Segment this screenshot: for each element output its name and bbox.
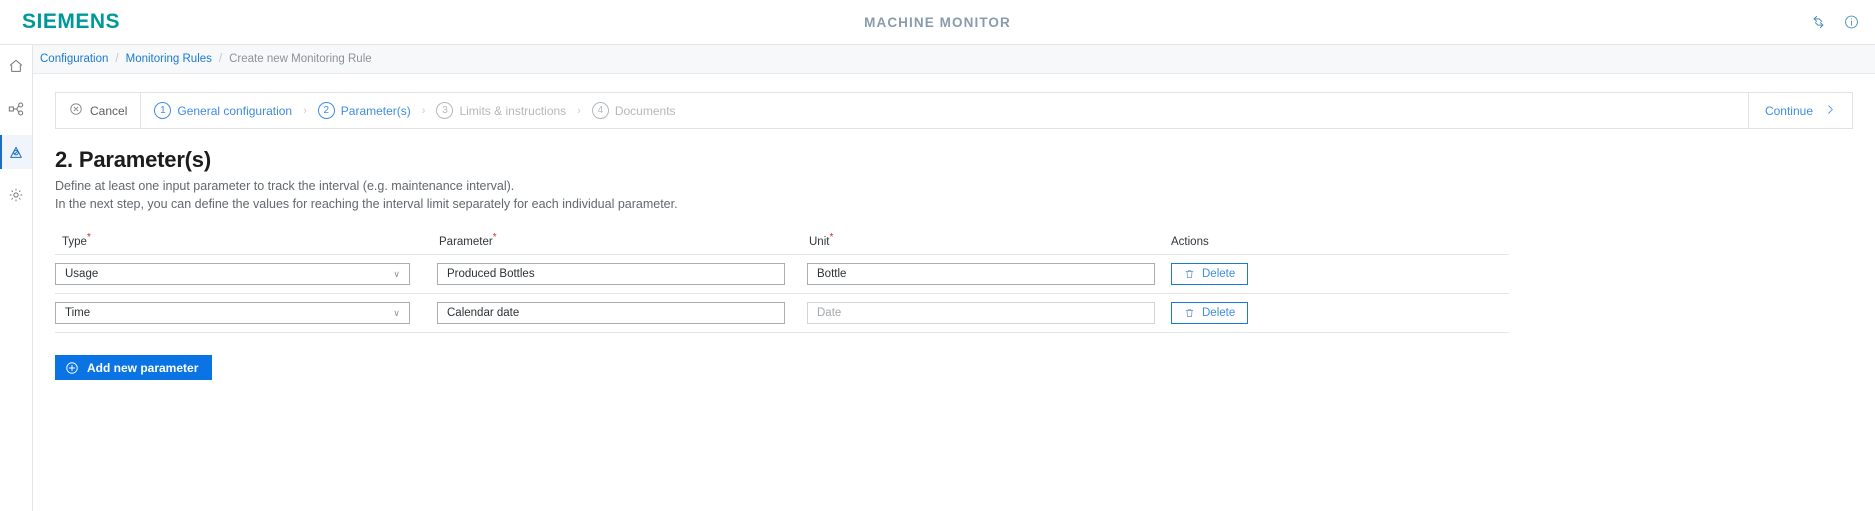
- row-1-actions-cell: Delete: [1171, 263, 1509, 286]
- row-2-actions-cell: Delete: [1171, 302, 1509, 325]
- trash-icon: [1184, 268, 1195, 280]
- row-1-parameter-cell: Produced Bottles: [437, 263, 807, 286]
- info-icon[interactable]: [1844, 15, 1859, 30]
- wizard-arrow: ›: [421, 104, 426, 117]
- add-new-parameter-button[interactable]: Add new parameter: [55, 355, 213, 381]
- chevron-right-icon: [1825, 103, 1836, 119]
- unit-input-row-2-value: Date: [817, 307, 842, 320]
- continue-label: Continue: [1764, 103, 1813, 118]
- content-area: Cancel 1 General configuration › 2 Param…: [33, 74, 1875, 511]
- cancel-button[interactable]: Cancel: [56, 93, 142, 128]
- page-title: 2. Parameter(s): [55, 147, 211, 172]
- unit-input-row-1-value: Bottle: [817, 268, 847, 281]
- breadcrumb-separator: /: [218, 53, 223, 65]
- column-header-unit-label: Unit: [809, 236, 830, 249]
- add-new-parameter-label: Add new parameter: [87, 360, 199, 375]
- gear-icon: [8, 187, 24, 203]
- home-icon: [8, 58, 24, 74]
- required-marker: *: [829, 232, 834, 244]
- wizard-step-2-number: 2: [317, 102, 335, 119]
- wizard-step-3: 3 Limits & instructions: [436, 102, 566, 119]
- breadcrumb-item-current: Create new Monitoring Rule: [229, 53, 372, 65]
- column-header-actions: Actions: [1171, 236, 1209, 249]
- chevron-down-icon: ∨: [393, 307, 400, 318]
- parameter-input-row-1-value: Produced Bottles: [447, 268, 535, 281]
- delete-button-row-1[interactable]: Delete: [1171, 263, 1249, 286]
- wizard-step-1[interactable]: 1 General configuration: [154, 102, 292, 119]
- table-row: Time ∨ Calendar date Date Delete: [55, 294, 1509, 334]
- row-1-unit-cell: Bottle: [807, 263, 1171, 286]
- wizard-step-2[interactable]: 2 Parameter(s): [317, 102, 411, 119]
- page-subtitle-line-1: Define at least one input parameter to t…: [55, 179, 515, 193]
- connect-icon[interactable]: [1811, 15, 1826, 30]
- breadcrumb-item-configuration[interactable]: Configuration: [40, 53, 108, 65]
- wizard-step-4-label: Documents: [614, 103, 676, 118]
- breadcrumb: Configuration / Monitoring Rules / Creat…: [33, 45, 1875, 74]
- row-1-type-cell: Usage ∨: [55, 263, 437, 286]
- sidebar-item-hierarchy[interactable]: [0, 92, 32, 126]
- column-header-unit: Unit*: [807, 233, 1169, 249]
- breadcrumb-separator: /: [115, 53, 119, 65]
- unit-input-row-2: Date: [807, 302, 1155, 325]
- close-icon: [69, 102, 83, 119]
- column-header-type-label: Type: [62, 236, 87, 249]
- monitoring-icon: [8, 144, 24, 160]
- type-select-row-1[interactable]: Usage ∨: [55, 263, 410, 286]
- topbar-actions: [1811, 15, 1859, 30]
- app-title: MACHINE MONITOR: [864, 14, 1011, 30]
- sidebar-item-home[interactable]: [0, 49, 32, 83]
- column-header-parameter: Parameter*: [437, 233, 807, 249]
- main-area: Configuration / Monitoring Rules / Creat…: [33, 45, 1875, 511]
- row-2-unit-cell: Date: [807, 302, 1171, 325]
- row-2-type-cell: Time ∨: [55, 302, 437, 325]
- column-header-parameter-label: Parameter: [439, 236, 493, 249]
- trash-icon: [1184, 307, 1195, 319]
- hierarchy-icon: [8, 101, 24, 117]
- parameter-input-row-1[interactable]: Produced Bottles: [437, 263, 785, 286]
- sidebar-item-settings[interactable]: [0, 178, 32, 212]
- parameter-input-row-2-value: Calendar date: [447, 307, 520, 320]
- type-select-row-1-value: Usage: [65, 268, 99, 281]
- chevron-down-icon: ∨: [393, 268, 400, 279]
- app-shell: Configuration / Monitoring Rules / Creat…: [0, 45, 1875, 511]
- wizard-step-4-number: 4: [591, 102, 609, 119]
- wizard-step-4: 4 Documents: [591, 102, 676, 119]
- type-select-row-2-value: Time: [65, 307, 91, 320]
- parameter-input-row-2[interactable]: Calendar date: [437, 302, 785, 325]
- wizard-step-3-number: 3: [436, 102, 454, 119]
- table-row: Usage ∨ Produced Bottles Bottle Delete: [55, 255, 1509, 295]
- wizard-bar: Cancel 1 General configuration › 2 Param…: [55, 92, 1853, 129]
- row-2-parameter-cell: Calendar date: [437, 302, 807, 325]
- wizard-step-1-label: General configuration: [177, 103, 293, 118]
- table-header-row: Type* Parameter* Unit* Actions: [55, 233, 1509, 256]
- continue-button[interactable]: Continue: [1747, 93, 1852, 128]
- wizard-step-1-number: 1: [154, 102, 172, 119]
- delete-button-row-2[interactable]: Delete: [1171, 302, 1249, 325]
- wizard-arrow: ›: [577, 104, 581, 117]
- sidebar-rail: [0, 45, 33, 511]
- type-select-row-2[interactable]: Time ∨: [55, 302, 410, 325]
- required-marker: *: [86, 232, 91, 244]
- wizard-step-3-label: Limits & instructions: [459, 103, 567, 118]
- delete-button-row-1-label: Delete: [1202, 268, 1236, 281]
- required-marker: *: [492, 232, 497, 244]
- plus-circle-icon: [65, 361, 79, 375]
- breadcrumb-item-monitoring-rules[interactable]: Monitoring Rules: [126, 53, 212, 65]
- siemens-logo: SIEMENS: [22, 10, 121, 33]
- page-subtitle-line-2: In the next step, you can define the val…: [55, 196, 678, 211]
- column-header-type: Type*: [55, 233, 437, 249]
- cancel-label: Cancel: [90, 103, 128, 118]
- wizard-step-2-label: Parameter(s): [340, 103, 411, 118]
- delete-button-row-2-label: Delete: [1202, 307, 1236, 320]
- wizard-arrow: ›: [303, 104, 307, 117]
- wizard-steps: 1 General configuration › 2 Parameter(s)…: [141, 93, 1748, 128]
- top-bar: SIEMENS MACHINE MONITOR: [0, 0, 1875, 45]
- sidebar-item-monitoring[interactable]: [0, 135, 32, 169]
- parameters-table: Type* Parameter* Unit* Actions Usage ∨ P…: [55, 233, 1509, 381]
- unit-input-row-1[interactable]: Bottle: [807, 263, 1155, 286]
